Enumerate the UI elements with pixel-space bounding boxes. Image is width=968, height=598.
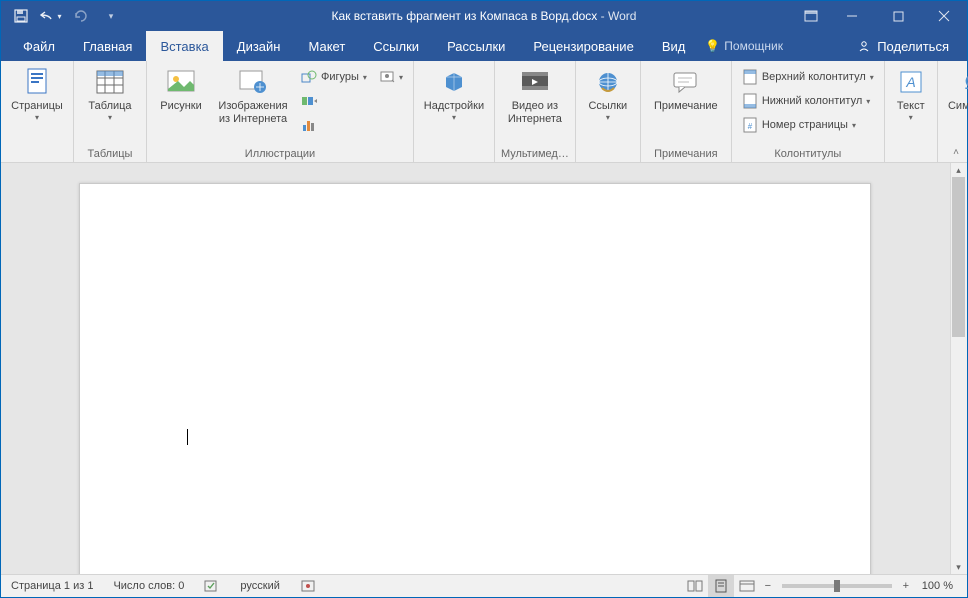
header-dropdown[interactable]: Верхний колонтитул▾ <box>738 66 878 88</box>
window-title: Как вставить фрагмент из Компаса в Ворд.… <box>332 9 637 23</box>
group-addins: Надстройки▾ <box>414 61 495 162</box>
app-name: Word <box>608 9 636 23</box>
link-icon <box>592 66 624 98</box>
tab-file[interactable]: Файл <box>9 31 69 61</box>
svg-text:#: # <box>748 122 753 131</box>
symbols-dropdown[interactable]: Ω Символы▾ <box>944 64 968 126</box>
close-button[interactable] <box>921 1 967 31</box>
scroll-down-arrow[interactable]: ▾ <box>950 560 967 574</box>
group-tables: Таблица▾ Таблицы <box>74 61 147 162</box>
footer-icon <box>742 93 758 109</box>
print-layout-button[interactable] <box>708 575 734 597</box>
group-comments: Примечание Примечания <box>641 61 732 162</box>
text-cursor <box>187 429 188 445</box>
scroll-up-arrow[interactable]: ▴ <box>950 163 967 177</box>
comment-button[interactable]: Примечание <box>647 64 725 126</box>
doc-name: Как вставить фрагмент из Компаса в Ворд.… <box>332 9 598 23</box>
footer-dropdown[interactable]: Нижний колонтитул▾ <box>738 90 878 112</box>
table-icon <box>94 66 126 98</box>
maximize-button[interactable] <box>875 1 921 31</box>
header-icon <box>742 69 758 85</box>
qat-customize[interactable]: ▾ <box>99 4 123 28</box>
ribbon: Страницы▾ Таблица▾ Таблицы Рисунки Изобр… <box>1 61 967 163</box>
tab-references[interactable]: Ссылки <box>359 31 433 61</box>
page-icon <box>21 66 53 98</box>
pictures-icon <box>165 66 197 98</box>
online-pictures-icon <box>237 66 269 98</box>
shapes-icon <box>301 69 317 85</box>
addins-icon <box>438 66 470 98</box>
chart-icon <box>301 117 317 133</box>
minimize-button[interactable] <box>829 1 875 31</box>
zoom-out-button[interactable]: − <box>760 580 776 592</box>
page-indicator[interactable]: Страница 1 из 1 <box>1 575 103 597</box>
text-dropdown[interactable]: A Текст▾ <box>891 64 931 126</box>
collapse-ribbon[interactable]: ˄ <box>953 147 959 158</box>
table-dropdown[interactable]: Таблица▾ <box>80 64 140 126</box>
document-area: ▴ ▾ <box>1 163 967 574</box>
tab-review[interactable]: Рецензирование <box>519 31 647 61</box>
smartart-button[interactable] <box>297 90 371 112</box>
zoom-slider[interactable] <box>782 584 892 588</box>
read-mode-button[interactable] <box>682 575 708 597</box>
word-count[interactable]: Число слов: 0 <box>103 575 194 597</box>
addins-dropdown[interactable]: Надстройки▾ <box>420 64 488 126</box>
pictures-button[interactable]: Рисунки <box>153 64 209 126</box>
group-illustrations: Рисунки Изображенияиз Интернета Фигуры▾ … <box>147 61 414 162</box>
group-text: A Текст▾ <box>885 61 938 162</box>
tab-home[interactable]: Главная <box>69 31 146 61</box>
document-page[interactable] <box>79 183 871 574</box>
web-layout-button[interactable] <box>734 575 760 597</box>
screenshot-dropdown[interactable]: ▾ <box>375 66 407 88</box>
group-links: Ссылки▾ <box>576 61 641 162</box>
svg-text:Ω: Ω <box>964 72 968 94</box>
group-media: Видео изИнтернета Мультимед… <box>495 61 576 162</box>
page-number-icon: # <box>742 117 758 133</box>
language-indicator[interactable]: русский <box>230 575 289 597</box>
word-window: ▾ ▾ Как вставить фрагмент из Компаса в В… <box>0 0 968 598</box>
tab-view[interactable]: Вид <box>648 31 700 61</box>
illustrations-mini: Фигуры▾ <box>297 64 371 136</box>
online-pictures-button[interactable]: Изображенияиз Интернета <box>213 64 293 126</box>
redo-button[interactable] <box>69 4 93 28</box>
window-controls <box>793 1 967 31</box>
lightbulb-icon: 💡 <box>705 39 720 53</box>
tab-mailings[interactable]: Рассылки <box>433 31 519 61</box>
chart-button[interactable] <box>297 114 371 136</box>
group-headerfooter: Верхний колонтитул▾ Нижний колонтитул▾ #… <box>732 61 885 162</box>
scroll-thumb[interactable] <box>952 177 965 337</box>
zoom-level[interactable]: 100 % <box>914 575 967 597</box>
undo-button[interactable]: ▾ <box>39 4 63 28</box>
share-button[interactable]: Поделиться <box>839 31 967 61</box>
statusbar: Страница 1 из 1 Число слов: 0 русский − … <box>1 574 967 597</box>
page-number-dropdown[interactable]: #Номер страницы▾ <box>738 114 878 136</box>
ribbon-tabs: Файл Главная Вставка Дизайн Макет Ссылки… <box>1 31 967 61</box>
save-button[interactable] <box>9 4 33 28</box>
share-icon <box>857 39 871 53</box>
vertical-scrollbar[interactable]: ▴ ▾ <box>950 163 967 574</box>
illustrations-mini2: ▾ <box>375 64 407 88</box>
screenshot-icon <box>379 69 395 85</box>
zoom-in-button[interactable]: + <box>898 580 914 592</box>
smartart-icon <box>301 93 317 109</box>
textbox-icon: A <box>895 66 927 98</box>
titlebar: ▾ ▾ Как вставить фрагмент из Компаса в В… <box>1 1 967 31</box>
quick-access-toolbar: ▾ ▾ <box>1 4 123 28</box>
video-icon <box>519 66 551 98</box>
links-dropdown[interactable]: Ссылки▾ <box>582 64 634 126</box>
tab-layout[interactable]: Макет <box>294 31 359 61</box>
symbol-icon: Ω <box>956 66 968 98</box>
pages-dropdown[interactable]: Страницы▾ <box>7 64 67 126</box>
tab-insert[interactable]: Вставка <box>146 31 222 61</box>
shapes-dropdown[interactable]: Фигуры▾ <box>297 66 371 88</box>
proofing-button[interactable] <box>194 575 230 597</box>
svg-text:A: A <box>905 74 915 90</box>
macro-button[interactable] <box>290 575 326 597</box>
online-video-button[interactable]: Видео изИнтернета <box>502 64 568 126</box>
group-pages: Страницы▾ <box>1 61 74 162</box>
tell-me[interactable]: 💡 Помощник <box>705 31 783 61</box>
tab-design[interactable]: Дизайн <box>223 31 295 61</box>
comment-icon <box>670 66 702 98</box>
ribbon-display-options[interactable] <box>793 1 829 31</box>
